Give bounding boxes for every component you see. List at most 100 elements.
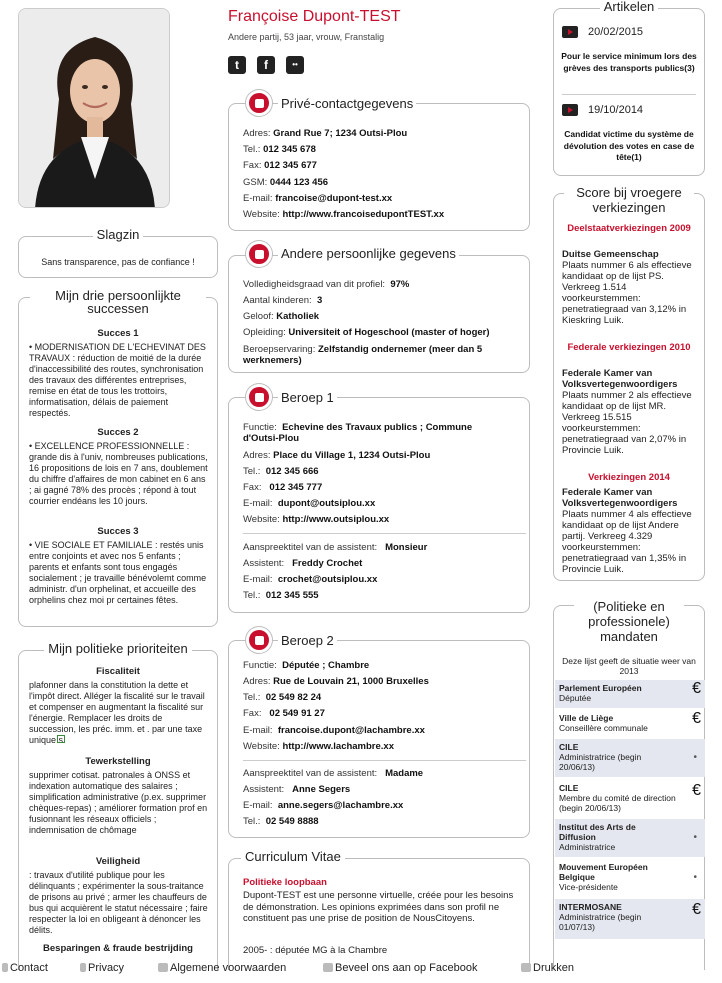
- personal-children: Aantal kinderen: 3: [243, 295, 323, 306]
- priority-3-heading: Veiligheid: [95, 856, 141, 867]
- job2-function: Functie: Députée ; Chambre: [243, 660, 370, 671]
- article-divider: [562, 94, 696, 95]
- priorities-panel: Mijn politieke prioriteiten Fiscaliteit …: [18, 641, 218, 970]
- slagzin-panel: Slagzin Sans transparence, pas de confia…: [18, 227, 218, 278]
- contact-title: Privé-contactgegevens: [278, 96, 417, 111]
- job1-title: Beroep 1: [278, 390, 337, 405]
- mail-icon: [2, 963, 8, 972]
- cv-title: Curriculum Vitae: [241, 849, 345, 864]
- twitter-icon[interactable]: t: [228, 56, 246, 74]
- job1-function-cont: d'Outsi-Plou: [243, 433, 300, 444]
- successes-title: Mijn drie persoonlijkte successen: [30, 289, 206, 315]
- personal-experience: Beroepservaring: Zelfstandig ondernemer …: [243, 344, 483, 355]
- profile-photo: [18, 8, 170, 208]
- lock-icon: [80, 963, 86, 972]
- mandate-row: CILE Administratrice (begin 20/06/13) •: [555, 739, 705, 777]
- slagzin-title: Slagzin: [92, 227, 144, 242]
- scores-panel: Score bij vroegere verkiezingen Deelstaa…: [553, 185, 705, 581]
- portrait-image: [19, 9, 169, 207]
- footer-terms-link[interactable]: Algemene voorwaarden: [158, 962, 286, 974]
- priority-4-heading: Besparingen & fraude bestrijding: [43, 943, 193, 954]
- article-1-title[interactable]: Pour le service minimum lors des grèves …: [560, 51, 698, 74]
- score-2-text: Plaats nummer 2 als effectieve kandidaat…: [562, 390, 692, 456]
- dot-icon: •: [693, 832, 697, 843]
- articles-title: Artikelen: [599, 0, 659, 14]
- success-2-text: • EXCELLENCE PROFESSIONNELLE : grande di…: [29, 441, 208, 506]
- phone-icon: [246, 90, 272, 116]
- job2-email: E-mail: francoise.dupont@lachambre.xx: [243, 725, 425, 736]
- list-icon: [246, 241, 272, 267]
- mandates-note: Deze lijst geeft de situatie weer van 20…: [562, 656, 696, 676]
- article-1-date: 20/02/2015: [588, 26, 644, 38]
- success-2-heading: Succes 2: [97, 427, 139, 438]
- cv-panel: Curriculum Vitae Politieke loopbaan Dupo…: [228, 849, 530, 970]
- footer-facebook-link[interactable]: Beveel ons aan op Facebook: [323, 962, 478, 974]
- contact-gsm: GSM: 0444 123 456: [243, 177, 329, 188]
- profile-name: Françoise Dupont-TEST: [228, 8, 401, 25]
- job1-website: Website: http://www.outsiplou.xx: [243, 514, 390, 525]
- scores-title: Score bij vroegere verkiezingen: [564, 185, 694, 215]
- cv-section-heading: Politieke loopbaan: [243, 877, 327, 888]
- mandates-title: (Politieke en professionele) mandaten: [574, 599, 684, 644]
- job1-tel: Tel.: 012 345 666: [243, 466, 319, 477]
- success-3-text: • VIE SOCIALE ET FAMILIALE : restés unis…: [29, 540, 207, 605]
- priority-3-text: : travaux d'utilité publique pour les dé…: [29, 870, 208, 935]
- job2-assistant-tel: Tel.: 02 549 8888: [243, 816, 319, 827]
- job1-assistant-title: Aanspreektitel van de assistent: Monsieu…: [243, 542, 428, 553]
- contact-address: Adres: Grand Rue 7; 1234 Outsi-Plou: [243, 128, 408, 139]
- priority-2-heading: Tewerkstelling: [85, 756, 151, 767]
- personal-religion: Geloof: Katholiek: [243, 311, 320, 322]
- euro-icon: €: [692, 901, 701, 918]
- personal-title: Andere persoonlijke gegevens: [278, 246, 459, 261]
- dot-icon: •: [693, 872, 697, 883]
- dot-icon: •: [693, 752, 697, 763]
- mandate-row: Parlement Européen Députée €: [555, 680, 705, 708]
- job2-tel: Tel.: 02 549 82 24: [243, 692, 322, 703]
- job2-divider: [243, 760, 526, 761]
- euro-icon: €: [692, 710, 701, 727]
- priorities-title: Mijn politieke prioriteiten: [44, 641, 192, 656]
- footer-privacy-link[interactable]: Privacy: [80, 962, 124, 974]
- job1-assistant-tel: Tel.: 012 345 555: [243, 590, 319, 601]
- external-link-icon[interactable]: [57, 735, 65, 743]
- priority-1-heading: Fiscaliteit: [96, 666, 140, 677]
- score-2-heading: Federale verkiezingen 2010: [567, 342, 691, 353]
- flickr-icon[interactable]: ••: [286, 56, 304, 74]
- job1-fax: Fax: 012 345 777: [243, 482, 323, 493]
- profile-subtitle: Andere partij, 53 jaar, vrouw, Franstali…: [228, 32, 385, 42]
- mandate-row: Mouvement Européen Belgique Vice-présiden…: [559, 862, 697, 892]
- score-3-org: Federale Kamer van Volksvertegenwoordige…: [562, 487, 678, 509]
- score-1-text: Plaats nummer 6 als effectieve kandidaat…: [562, 260, 692, 326]
- priority-2-text: supprimer cotisat. patronales à ONSS et …: [29, 770, 208, 835]
- personal-experience-cont: werknemers): [243, 355, 302, 366]
- thumbs-up-icon: [323, 963, 333, 972]
- contact-website: Website: http://www.francoisedupontTEST.…: [243, 209, 445, 220]
- video-icon[interactable]: [562, 104, 578, 116]
- job2-assistant: Assistent: Anne Segers: [243, 784, 351, 795]
- personal-education: Opleiding: Universiteit of Hogeschool (m…: [243, 327, 490, 338]
- mandate-row: Ville de Liège Conseillère communale €: [559, 710, 701, 734]
- job2-assistant-title: Aanspreektitel van de assistent: Madame: [243, 768, 424, 779]
- job2-fax: Fax: 02 549 91 27: [243, 708, 325, 719]
- mandate-row: CILE Membre du comité de direction (begin…: [559, 782, 701, 814]
- briefcase-icon: [246, 384, 272, 410]
- score-1-heading: Deelstaatverkiezingen 2009: [567, 223, 691, 234]
- contact-tel: Tel.: 012 345 678: [243, 144, 316, 155]
- briefcase-icon: [246, 627, 272, 653]
- score-1-org: Duitse Gemeenschap: [562, 249, 659, 260]
- mandate-row: INTERMOSANE Administratrice (begin 01/07/…: [555, 899, 705, 939]
- job1-divider: [243, 533, 526, 534]
- facebook-icon[interactable]: f: [257, 56, 275, 74]
- video-icon[interactable]: [562, 26, 578, 38]
- contact-email: E-mail: francoise@dupont-test.xx: [243, 193, 393, 204]
- score-3-text: Plaats nummer 4 als effectieve kandidaat…: [562, 509, 692, 575]
- article-2-title[interactable]: Candidat victime du système de dévolutio…: [560, 129, 698, 164]
- footer-contact-link[interactable]: Contact: [2, 962, 48, 974]
- footer-print-link[interactable]: Drukken: [521, 962, 574, 974]
- articles-panel: Artikelen 20/02/2015 Pour le service min…: [553, 0, 705, 176]
- cv-line: 2005- : députée MG à la Chambre: [243, 945, 388, 956]
- gear-icon: [158, 963, 168, 972]
- slagzin-text: Sans transparence, pas de confiance !: [41, 257, 195, 267]
- article-2-date: 19/10/2014: [588, 104, 644, 116]
- success-1-text: • MODERNISATION DE L'ECHEVINAT DES TRAVA…: [29, 342, 206, 418]
